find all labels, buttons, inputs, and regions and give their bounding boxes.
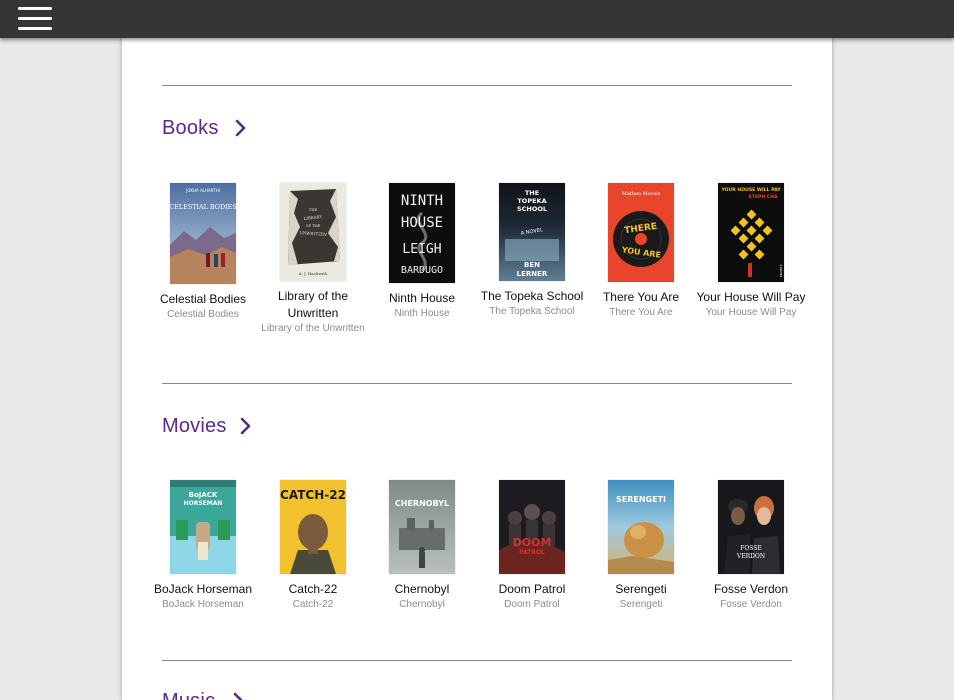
- cover-title-text: CELESTIAL BODIES: [170, 203, 236, 211]
- book-subtitle: The Topeka School: [489, 306, 575, 317]
- book-item-your-house-will-pay[interactable]: YOUR HOUSE WILL PAY STEPH CHA A NOVEL Yo…: [696, 183, 806, 320]
- top-app-bar: [0, 0, 954, 38]
- book-item-the-topeka-school[interactable]: THE TOPEKA SCHOOL A NOVEL BEN LERNER The…: [477, 183, 587, 319]
- section-title-movies[interactable]: Movies: [162, 415, 227, 438]
- movie-item-doom-patrol[interactable]: DOOM PATROL Doom Patrol Doom Patrol: [477, 480, 587, 612]
- section-divider: [162, 660, 792, 661]
- movie-subtitle: Catch-22: [292, 599, 334, 610]
- book-cover-your-house-will-pay[interactable]: YOUR HOUSE WILL PAY STEPH CHA A NOVEL: [718, 183, 784, 282]
- movie-title[interactable]: Catch-22: [258, 581, 368, 598]
- book-title[interactable]: Celestial Bodies: [148, 291, 258, 308]
- book-cover-celestial-bodies[interactable]: JOKHA ALHARTHI CELESTIAL BODIES: [170, 183, 236, 284]
- hamburger-menu-icon[interactable]: [18, 7, 52, 31]
- section-divider: [162, 85, 792, 86]
- music-chevron-right-icon[interactable]: [231, 691, 247, 700]
- svg-text:OF THE: OF THE: [306, 224, 321, 228]
- movie-item-chernobyl[interactable]: CHERNOBYL Chernobyl Chernobyl: [367, 480, 477, 612]
- cover-author-text: A. J. Hackwith: [298, 271, 328, 276]
- book-subtitle: Library of the Unwritten: [261, 323, 365, 334]
- movie-item-catch-22[interactable]: CATCH-22 Catch-22 Catch-22: [258, 480, 368, 612]
- movie-cover-fosse-verdon[interactable]: FOSSE VERDON: [718, 480, 784, 574]
- movie-title[interactable]: Doom Patrol: [477, 581, 587, 598]
- cover-line: NINTH: [401, 193, 443, 209]
- movie-cover-chernobyl[interactable]: CHERNOBYL: [389, 480, 455, 574]
- book-cover-the-topeka-school[interactable]: THE TOPEKA SCHOOL A NOVEL BEN LERNER: [499, 183, 565, 281]
- movie-title[interactable]: Fosse Verdon: [696, 581, 806, 598]
- cover-line: HOUSE: [401, 215, 443, 231]
- book-subtitle: Ninth House: [394, 308, 450, 319]
- book-subtitle: There You Are: [609, 307, 673, 318]
- book-cover-ninth-house[interactable]: NINTH HOUSE LEIGH BARDUGO: [389, 183, 455, 283]
- section-title-books[interactable]: Books: [162, 117, 219, 140]
- section-divider: [162, 383, 792, 384]
- cover-line: CATCH-22: [280, 488, 346, 502]
- movie-subtitle: Doom Patrol: [504, 599, 560, 610]
- book-subtitle: Your House Will Pay: [705, 307, 797, 318]
- cover-line: BARDUGO: [401, 265, 443, 276]
- movie-cover-catch-22[interactable]: CATCH-22: [280, 480, 346, 574]
- movie-subtitle: Serengeti: [619, 599, 663, 610]
- cover-author-text: JOKHA ALHARTHI: [185, 188, 220, 193]
- book-cover-library-of-the-unwritten[interactable]: THE LIBRARY OF THE UNWRITTEN A. J. Hackw…: [280, 183, 346, 281]
- movie-subtitle: BoJack Horseman: [162, 599, 244, 610]
- book-cover-there-you-are[interactable]: Mathea Morais THERE YOU ARE: [608, 183, 674, 282]
- book-item-library-of-the-unwritten[interactable]: THE LIBRARY OF THE UNWRITTEN A. J. Hackw…: [258, 183, 368, 336]
- cover-line: TOPEKA: [517, 197, 546, 205]
- book-subtitle: Celestial Bodies: [167, 309, 239, 320]
- cover-line: FOSSE: [740, 545, 762, 552]
- book-item-celestial-bodies[interactable]: JOKHA ALHARTHI CELESTIAL BODIES Celestia…: [148, 183, 258, 322]
- book-title[interactable]: There You Are: [586, 289, 696, 306]
- book-item-there-you-are[interactable]: Mathea Morais THERE YOU ARE There You Ar…: [586, 183, 696, 320]
- movie-subtitle: Chernobyl: [399, 599, 445, 610]
- cover-line: BEN: [524, 261, 540, 269]
- book-title[interactable]: Library of the Unwritten: [258, 288, 368, 322]
- svg-text:THE: THE: [309, 208, 318, 212]
- cover-line: A NOVEL: [779, 264, 783, 278]
- movie-cover-bojack-horseman[interactable]: BoJACK HORSEMAN: [170, 480, 236, 574]
- cover-line: LERNER: [517, 270, 548, 278]
- movie-item-bojack-horseman[interactable]: BoJACK HORSEMAN BoJack Horseman BoJack H…: [148, 480, 258, 612]
- cover-line: STEPH CHA: [748, 194, 778, 200]
- movies-chevron-right-icon[interactable]: [238, 416, 254, 436]
- cover-line: THE: [525, 189, 539, 197]
- movie-title[interactable]: Serengeti: [586, 581, 696, 598]
- cover-line: BoJACK: [189, 491, 218, 499]
- books-chevron-right-icon[interactable]: [233, 118, 249, 138]
- cover-line: HORSEMAN: [184, 500, 223, 507]
- cover-author-text: Mathea Morais: [622, 191, 661, 197]
- cover-line: YOUR HOUSE WILL PAY: [720, 187, 781, 193]
- content-panel: Books JOKHA ALHARTHI CELESTIAL BODIES Ce…: [122, 0, 832, 700]
- cover-line: PATROL: [519, 549, 545, 556]
- book-title[interactable]: Your House Will Pay: [696, 289, 806, 306]
- book-title[interactable]: Ninth House: [367, 290, 477, 307]
- movie-cover-doom-patrol[interactable]: DOOM PATROL: [499, 480, 565, 574]
- movie-title[interactable]: Chernobyl: [367, 581, 477, 598]
- movie-title[interactable]: BoJack Horseman: [148, 581, 258, 598]
- cover-line: LEIGH: [402, 242, 441, 257]
- cover-line: SCHOOL: [517, 205, 547, 213]
- cover-line: SERENGETI: [616, 495, 666, 504]
- movie-item-fosse-verdon[interactable]: FOSSE VERDON Fosse Verdon Fosse Verdon: [696, 480, 806, 612]
- cover-line: VERDON: [736, 553, 765, 560]
- cover-line: CHERNOBYL: [395, 499, 449, 508]
- book-title[interactable]: The Topeka School: [477, 288, 587, 305]
- movie-cover-serengeti[interactable]: SERENGETI: [608, 480, 674, 574]
- book-item-ninth-house[interactable]: NINTH HOUSE LEIGH BARDUGO Ninth House Ni…: [367, 183, 477, 321]
- movie-subtitle: Fosse Verdon: [720, 599, 782, 610]
- cover-line: DOOM: [513, 536, 552, 549]
- movie-item-serengeti[interactable]: SERENGETI Serengeti Serengeti: [586, 480, 696, 612]
- section-title-music[interactable]: Music: [162, 690, 215, 700]
